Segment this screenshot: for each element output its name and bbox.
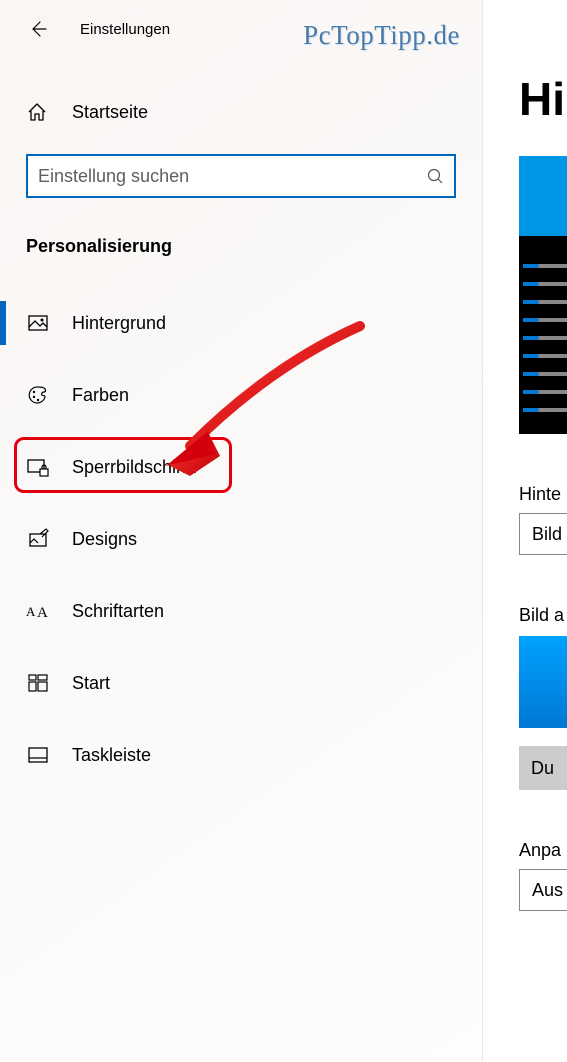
image-thumbnail[interactable]	[519, 636, 567, 728]
nav-item-designs[interactable]: Designs	[26, 515, 456, 563]
nav-list: Hintergrund Farben	[26, 299, 456, 779]
nav-item-label: Start	[72, 673, 110, 694]
start-icon	[26, 672, 50, 694]
browse-label: Du	[531, 758, 554, 779]
svg-text:A: A	[26, 604, 36, 619]
nav-home-label: Startseite	[72, 102, 148, 123]
nav-item-label: Taskleiste	[72, 745, 151, 766]
home-icon	[26, 101, 50, 123]
image-select-label: Bild a	[519, 605, 567, 626]
nav-item-label: Sperrbildschirm	[72, 457, 197, 478]
taskbar-icon	[26, 744, 50, 766]
nav-item-hintergrund[interactable]: Hintergrund	[26, 299, 456, 347]
nav-item-label: Farben	[72, 385, 129, 406]
background-preview	[519, 156, 567, 434]
nav-item-farben[interactable]: Farben	[26, 371, 456, 419]
nav-item-label: Hintergrund	[72, 313, 166, 334]
active-indicator	[0, 301, 6, 345]
content-pane: Hin Hinte Bild Bild a Du Anpa Aus	[482, 0, 567, 1062]
back-button[interactable]	[16, 7, 60, 51]
svg-text:A: A	[37, 605, 48, 621]
watermark-text: PcTopTipp.de	[303, 20, 460, 51]
nav-item-label: Designs	[72, 529, 137, 550]
dropdown-value: Aus	[532, 880, 563, 901]
browse-button[interactable]: Du	[519, 746, 567, 790]
search-input[interactable]	[38, 166, 426, 187]
nav-home[interactable]: Startseite	[26, 88, 456, 136]
page-title: Hin	[519, 72, 567, 126]
dropdown-label: Hinte	[519, 484, 567, 505]
nav-item-start[interactable]: Start	[26, 659, 456, 707]
section-title: Personalisierung	[26, 236, 456, 257]
nav-item-label: Schriftarten	[72, 601, 164, 622]
search-box[interactable]	[26, 154, 456, 198]
dropdown-value: Bild	[532, 524, 562, 545]
back-arrow-icon	[28, 19, 48, 39]
background-dropdown[interactable]: Bild	[519, 513, 567, 555]
nav-item-schriftarten[interactable]: A A Schriftarten	[26, 587, 456, 635]
search-icon	[426, 167, 444, 185]
fit-dropdown[interactable]: Aus	[519, 869, 567, 911]
designs-icon	[26, 528, 50, 550]
fit-label: Anpa	[519, 840, 567, 861]
palette-icon	[26, 384, 50, 406]
nav-item-taskleiste[interactable]: Taskleiste	[26, 731, 456, 779]
header-title: Einstellungen	[80, 21, 170, 38]
nav-item-sperrbildschirm[interactable]: Sperrbildschirm	[26, 443, 456, 491]
fonts-icon: A A	[26, 600, 50, 622]
image-icon	[26, 312, 50, 334]
lockscreen-icon	[26, 456, 50, 478]
